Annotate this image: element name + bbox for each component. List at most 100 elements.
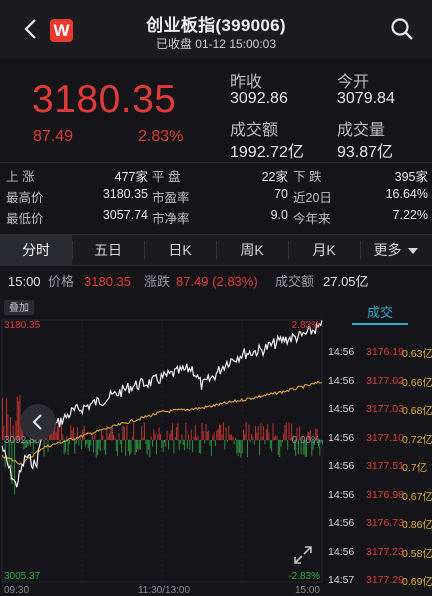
search-icon[interactable] — [390, 17, 414, 41]
volume-bar — [284, 425, 286, 440]
trade-time: 14:56 — [328, 488, 355, 501]
trade-volume: 0.7亿 — [402, 462, 428, 474]
volume-bar — [208, 430, 210, 440]
stat-value: 16.64% — [385, 187, 428, 201]
volume-bar — [121, 440, 123, 453]
volume-bar — [229, 435, 231, 440]
trade-price: 3176.73 — [366, 517, 404, 529]
pct-max-label: 2.83% — [292, 320, 320, 331]
info-time: 15:00 — [8, 274, 41, 289]
volume-bar — [147, 440, 149, 450]
y-min-label: 3005.37 — [4, 571, 41, 582]
trade-time: 14:56 — [328, 431, 355, 444]
volume-bar — [283, 433, 285, 440]
stat-label: 市盈率 — [152, 191, 190, 205]
caret-down-icon — [408, 248, 419, 254]
volume-bar — [277, 440, 279, 456]
trade-volume: 0.58亿 — [402, 547, 432, 560]
volume-bar — [127, 440, 129, 452]
volume-label: 成交量 — [337, 122, 386, 139]
volume-bar — [138, 440, 140, 450]
volume-bar — [125, 440, 127, 456]
trade-price: 3177.10 — [366, 431, 404, 444]
tab-more[interactable]: 更多 — [360, 235, 432, 265]
tab-intraday[interactable]: 分时 — [0, 235, 72, 265]
trade-time: 14:56 — [328, 374, 355, 387]
volume-bar — [220, 425, 222, 440]
volume-bar — [176, 427, 178, 440]
collapse-side-button[interactable] — [20, 404, 56, 440]
volume-bar — [110, 427, 112, 440]
volume-bar — [261, 436, 263, 440]
stat-value: 70 — [274, 187, 288, 201]
volume-bar — [251, 434, 252, 440]
stat-label: 市净率 — [152, 212, 190, 226]
volume-bar — [182, 440, 184, 446]
volume-bar — [322, 440, 323, 445]
volume-bar — [143, 422, 145, 440]
volume-bar — [119, 440, 121, 445]
volume-bar — [162, 440, 164, 452]
trade-time: 14:56 — [328, 517, 355, 529]
volume-bar — [75, 440, 77, 445]
tab-trades[interactable]: 成交 — [352, 302, 408, 321]
pct-min-label: -2.83% — [288, 571, 320, 582]
volume-bar — [209, 440, 211, 446]
volume-bar — [130, 440, 132, 454]
volume-bar — [263, 426, 265, 440]
volume-bar — [85, 440, 86, 447]
volume-bar — [161, 440, 163, 448]
tab-five-day[interactable]: 五日 — [72, 235, 144, 265]
turnover-label: 成交额 — [230, 122, 279, 139]
volume-bar — [60, 422, 62, 440]
volume-bar — [98, 440, 100, 449]
volume-bar — [56, 426, 58, 440]
trade-time: 14:56 — [328, 346, 355, 358]
tab-weekly-k[interactable]: 周K — [216, 235, 288, 265]
volume-bar — [141, 426, 143, 440]
volume-bar — [180, 440, 182, 444]
volume-bar — [117, 440, 119, 456]
volume-bar — [146, 440, 148, 455]
last-price: 3180.35 — [32, 78, 177, 121]
fullscreen-icon[interactable] — [292, 544, 314, 566]
volume-bar — [288, 422, 290, 440]
trade-price: 3176.98 — [366, 488, 404, 501]
volume-bar — [245, 422, 247, 440]
volume-bar — [157, 434, 159, 440]
volume-bar — [188, 434, 190, 440]
volume-bar — [221, 434, 223, 440]
stat-value: 7.22% — [392, 208, 428, 222]
trade-volume: 0.69亿 — [402, 576, 432, 588]
crosshair-info-bar: 15:00 价格 3180.35 涨跌 87.49 (2.83%) 成交额 27… — [0, 270, 432, 294]
volume-bar — [228, 425, 230, 440]
trade-time: 14:56 — [328, 460, 355, 472]
x-tick-label: 15:00 — [295, 585, 320, 596]
open-value: 3079.84 — [337, 90, 395, 107]
volume-bar — [243, 429, 244, 440]
volume-bar — [114, 437, 116, 440]
volume-bar — [109, 433, 111, 440]
trade-row: 14:56 3177.51 0.7亿 — [328, 460, 432, 480]
trade-volume: 0.63亿 — [402, 348, 432, 360]
volume-bar — [156, 440, 157, 455]
tab-daily-k[interactable]: 日K — [144, 235, 216, 265]
stat-value: 9.0 — [270, 208, 288, 222]
volume-bar — [62, 433, 64, 440]
volume-bar — [123, 426, 125, 440]
x-tick-label: 09:30 — [4, 585, 29, 596]
volume-bar — [205, 424, 207, 440]
volume-bar — [135, 440, 137, 452]
pct-mid-label: 0.00% — [292, 435, 320, 446]
trade-price: 3177.23 — [366, 545, 404, 558]
volume-bar — [86, 440, 88, 444]
volume-bar — [271, 440, 273, 452]
volume-bar — [257, 426, 259, 440]
tab-monthly-k[interactable]: 月K — [288, 235, 360, 265]
trade-price: 3177.51 — [366, 460, 404, 472]
volume-bar — [200, 440, 202, 454]
volume-bar — [249, 440, 251, 443]
trade-volume: 0.86亿 — [402, 519, 432, 531]
volume-bar — [107, 436, 109, 440]
volume-bar — [287, 440, 289, 450]
